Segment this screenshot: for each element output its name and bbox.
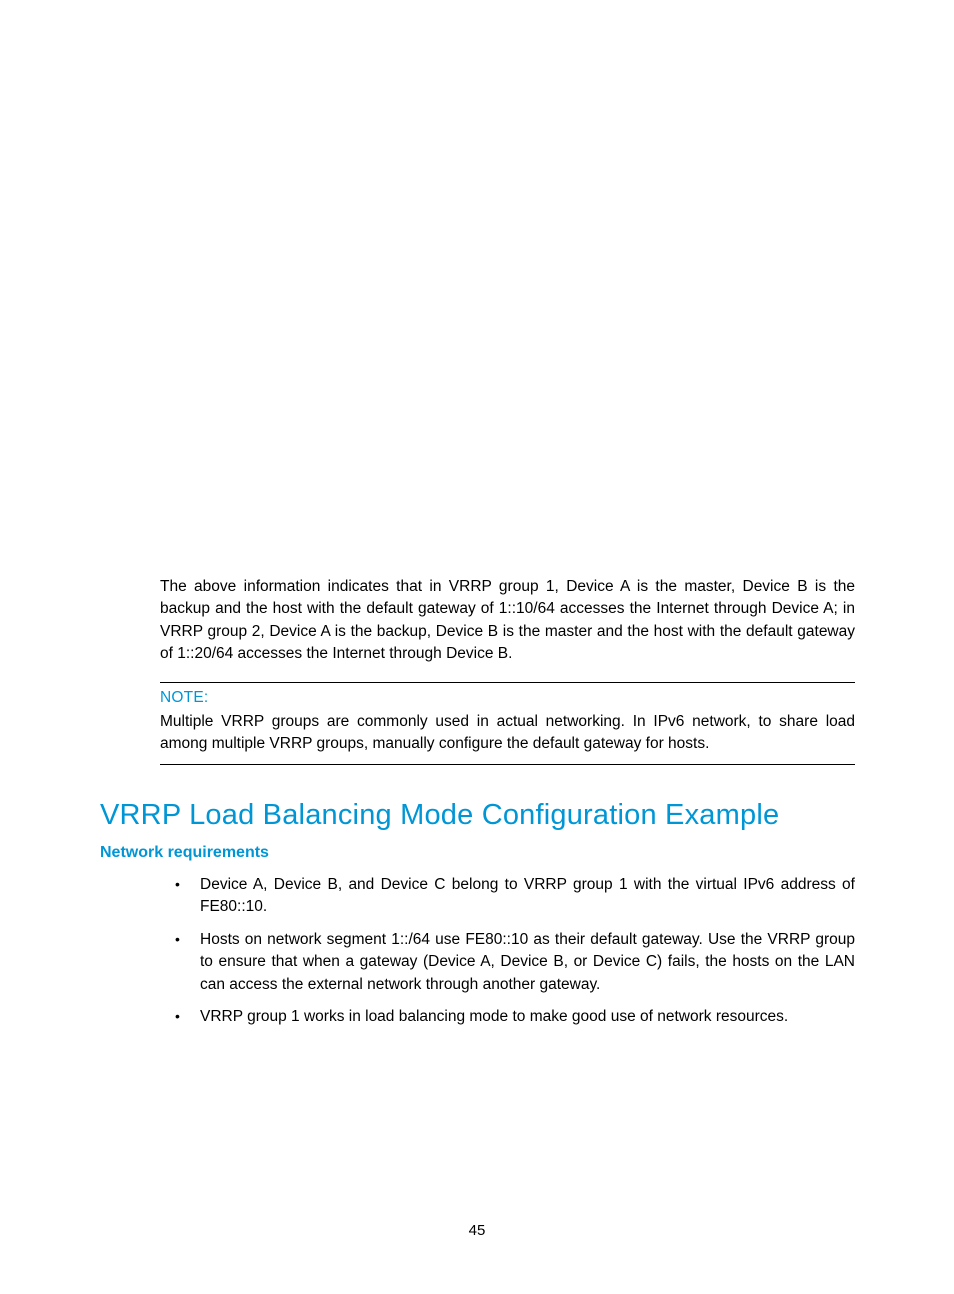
note-block: NOTE: Multiple VRRP groups are commonly … (160, 682, 855, 765)
section-heading: VRRP Load Balancing Mode Configuration E… (100, 799, 855, 832)
note-label: NOTE: (160, 689, 855, 707)
body-paragraph: The above information indicates that in … (100, 576, 855, 666)
list-item: VRRP group 1 works in load balancing mod… (100, 1006, 855, 1028)
list-item: Device A, Device B, and Device C belong … (100, 874, 855, 919)
note-text: Multiple VRRP groups are commonly used i… (160, 711, 855, 756)
subsection-heading: Network requirements (100, 844, 855, 862)
bullet-list: Device A, Device B, and Device C belong … (100, 874, 855, 1029)
list-item: Hosts on network segment 1::/64 use FE80… (100, 929, 855, 996)
page-number: 45 (0, 1222, 954, 1239)
